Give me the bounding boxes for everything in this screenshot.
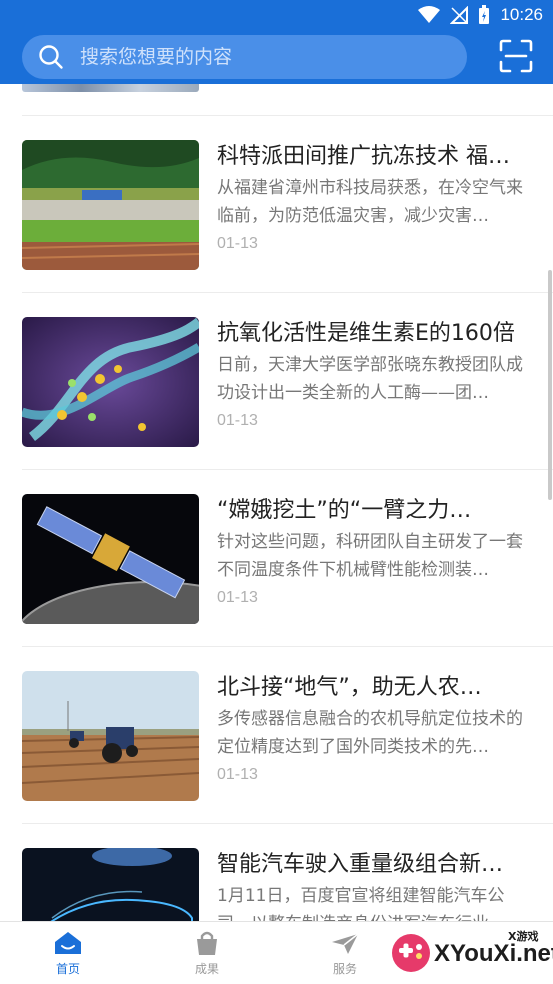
app-header [0,32,553,84]
scrollbar[interactable] [548,270,552,500]
status-bar: 10:26 [0,0,553,32]
send-icon [332,933,359,954]
gamepad-icon [392,934,430,972]
nav-service[interactable]: 服务 [305,922,385,984]
home-icon [55,932,81,954]
nav-home[interactable]: 首页 [28,922,108,984]
article-summary: 多传感器信息融合的农机导航定位技术的定位精度达到了国外同类技术的先… [217,709,523,757]
watermark: X游戏 XYouXi.net [382,924,553,980]
article-item[interactable]: 智能汽车驶入重量级组合新… 1月11日，百度官宣将组建智能汽车公司，以整车制造商… [0,848,553,922]
search-input[interactable] [78,45,442,69]
divider [22,646,553,647]
wifi-icon [418,6,441,23]
article-thumbnail [22,317,199,447]
status-icons: 10:26 [418,5,543,25]
watermark-text: XYouXi.net [434,940,553,967]
search-bar[interactable] [22,35,467,79]
article-summary: 1月11日，百度官宣将组建智能汽车公司，以整车制造商身份进军汽车行业… [217,886,506,922]
article-item[interactable]: 抗氧化活性是维生素E的160倍 日前，天津大学医学部张晓东教授团队成功设计出一类… [0,317,553,494]
article-list[interactable]: 科特派田间推广抗冻技术 福… 从福建省漳州市科技局获悉，在冷空气来临前，为防范低… [0,84,553,922]
article-date: 01-13 [217,412,258,429]
article-item[interactable]: 科特派田间推广抗冻技术 福… 从福建省漳州市科技局获悉，在冷空气来临前，为防范低… [0,140,553,317]
nav-results-label: 成果 [194,962,219,976]
article-summary: 从福建省漳州市科技局获悉，在冷空气来临前，为防范低温灾害，减少灾害… [217,178,523,226]
article-title: “嫦娥挖土”的“一臂之力… [217,498,472,523]
battery-icon [479,5,490,24]
divider [22,115,553,116]
partial-article-thumbnail[interactable] [22,84,199,92]
article-title: 智能汽车驶入重量级组合新… [217,852,504,877]
bag-icon [197,931,217,955]
article-date: 01-13 [217,235,258,252]
search-icon [39,45,63,69]
article-date: 01-13 [217,589,258,606]
article-title: 抗氧化活性是维生素E的160倍 [217,321,515,346]
scan-icon[interactable] [499,39,533,73]
article-title: 北斗接“地气”，助无人农… [217,675,482,700]
divider [22,469,553,470]
article-title: 科特派田间推广抗冻技术 福… [217,144,510,169]
article-date: 01-13 [217,766,258,783]
article-thumbnail [22,494,199,624]
article-item[interactable]: 北斗接“地气”，助无人农… 多传感器信息融合的农机导航定位技术的定位精度达到了国… [0,671,553,848]
signal-icon [450,6,469,24]
divider [22,292,553,293]
nav-results[interactable]: 成果 [167,922,247,984]
status-time: 10:26 [500,5,543,24]
article-summary: 日前，天津大学医学部张晓东教授团队成功设计出一类全新的人工酶——团… [217,355,523,403]
article-thumbnail [22,140,199,270]
article-thumbnail [22,848,199,922]
divider [22,823,553,824]
article-item[interactable]: “嫦娥挖土”的“一臂之力… 针对这些问题，科研团队自主研发了一套不同温度条件下机… [0,494,553,671]
article-thumbnail [22,671,199,801]
article-summary: 针对这些问题，科研团队自主研发了一套不同温度条件下机械臂性能检测装… [217,532,523,580]
nav-service-label: 服务 [332,962,357,976]
nav-home-label: 首页 [55,962,80,976]
